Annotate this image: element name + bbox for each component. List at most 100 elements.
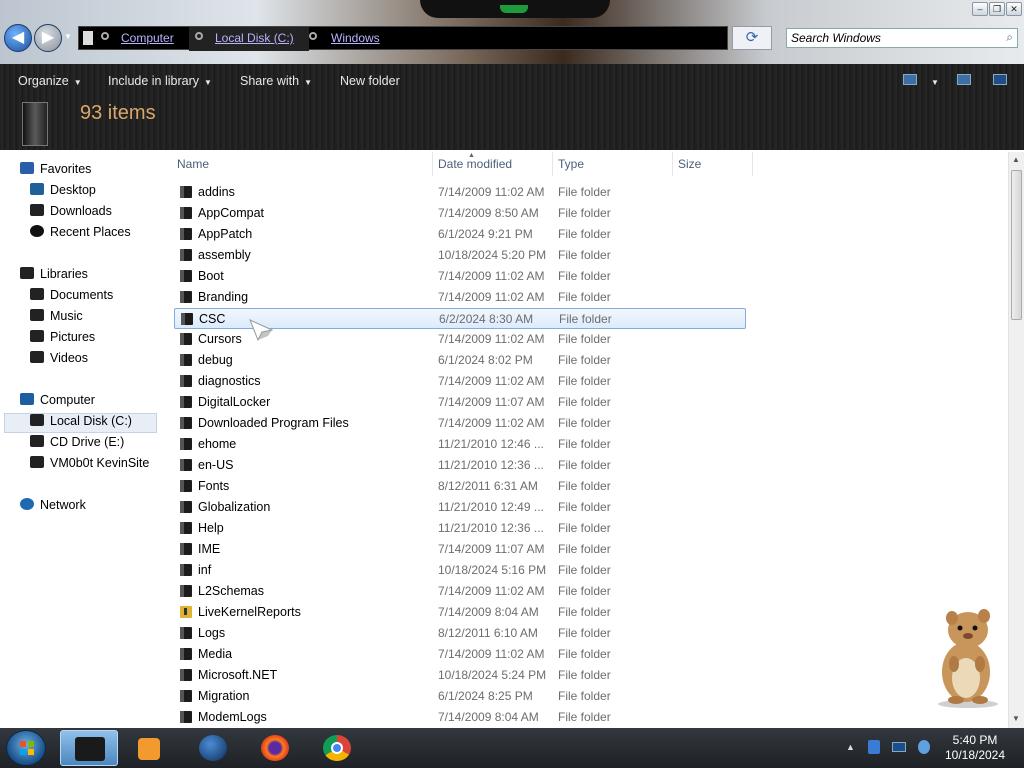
action-center-icon[interactable] <box>868 740 880 754</box>
folder-icon <box>180 711 192 723</box>
scroll-down-icon[interactable]: ▼ <box>1012 714 1020 723</box>
file-row[interactable]: Boot 7/14/2009 11:02 AM File folder <box>174 266 746 287</box>
new-folder-button[interactable]: New folder <box>340 74 400 88</box>
file-row[interactable]: L2Schemas 7/14/2009 11:02 AM File folder <box>174 581 746 602</box>
breadcrumb-computer[interactable]: Computer <box>121 31 174 45</box>
taskbar-network-button[interactable] <box>184 730 242 766</box>
file-row[interactable]: LiveKernelReports 7/14/2009 8:04 AM File f… <box>174 602 746 623</box>
file-row[interactable]: Downloaded Program Files 7/14/2009 11:02 … <box>174 413 746 434</box>
file-row[interactable]: inf 10/18/2024 5:16 PM File folder <box>174 560 746 581</box>
nav-computer[interactable]: Computer <box>20 393 95 413</box>
taskbar-media-player-button[interactable] <box>122 730 180 766</box>
file-row[interactable]: AppCompat 7/14/2009 8:50 AM File folder <box>174 203 746 224</box>
nav-downloads[interactable]: Downloads <box>30 204 112 224</box>
file-name: Help <box>198 521 224 535</box>
file-row[interactable]: DigitalLocker 7/14/2009 11:07 AM File fold… <box>174 392 746 413</box>
column-type[interactable]: Type <box>558 157 584 171</box>
file-date-modified: 10/18/2024 5:24 PM <box>438 668 547 682</box>
file-row[interactable]: ModemLogs 7/14/2009 8:04 AM File folder <box>174 707 746 728</box>
recent-pages-chevron-icon[interactable]: ▼ <box>64 32 72 41</box>
file-row[interactable]: Globalization 11/21/2010 12:49 ... File fo… <box>174 497 746 518</box>
include-in-library-button[interactable]: Include in library ▼ <box>108 74 212 88</box>
file-row[interactable]: IME 7/14/2009 11:07 AM File folder <box>174 539 746 560</box>
file-row[interactable]: assembly 10/18/2024 5:20 PM File folder <box>174 245 746 266</box>
search-icon[interactable]: ⌕ <box>1006 30 1013 45</box>
refresh-button[interactable]: ⟳ <box>732 26 772 50</box>
file-row[interactable]: Media 7/14/2009 11:02 AM File folder <box>174 644 746 665</box>
file-row[interactable]: en-US 11/21/2010 12:36 ... File folder <box>174 455 746 476</box>
start-orb-button[interactable] <box>6 730 46 766</box>
chevron-down-icon: ▼ <box>304 78 312 87</box>
file-row[interactable]: addins 7/14/2009 11:02 AM File folder <box>174 182 746 203</box>
nav-videos[interactable]: Videos <box>30 351 88 371</box>
file-name: Fonts <box>198 479 230 493</box>
file-row[interactable]: debug 6/1/2024 8:02 PM File folder <box>174 350 746 371</box>
nav-favorites[interactable]: Favorites <box>20 162 91 182</box>
change-view-icon[interactable] <box>903 74 917 85</box>
documents-icon <box>30 288 44 300</box>
chevron-down-icon: ▼ <box>73 78 82 87</box>
nav-libraries[interactable]: Libraries <box>20 267 88 287</box>
column-divider[interactable] <box>752 152 753 176</box>
address-bar[interactable]: Computer Local Disk (C:) Windows <box>78 26 728 51</box>
file-row[interactable]: Logs 8/12/2011 6:10 AM File folder <box>174 623 746 644</box>
file-row[interactable]: Branding 7/14/2009 11:02 AM File folder <box>174 287 746 308</box>
globe-icon <box>199 735 227 761</box>
column-size[interactable]: Size <box>678 157 701 171</box>
nav-music[interactable]: Music <box>30 309 83 329</box>
search-input[interactable]: Search Windows ⌕ <box>786 28 1018 48</box>
preview-pane-icon[interactable] <box>957 74 971 85</box>
file-row[interactable]: Microsoft.NET 10/18/2024 5:24 PM File fold… <box>174 665 746 686</box>
taskbar-firefox-button[interactable] <box>246 730 304 766</box>
column-date-modified[interactable]: Date modified <box>438 157 512 171</box>
folder-icon <box>180 228 192 240</box>
vertical-scrollbar[interactable]: ▲ ▼ <box>1008 152 1024 728</box>
taskbar-clock[interactable]: 5:40 PM 10/18/2024 <box>940 733 1010 763</box>
music-icon <box>30 309 44 321</box>
folder-icon <box>180 396 192 408</box>
taskbar-explorer-button[interactable] <box>60 730 118 766</box>
organize-button[interactable]: Organize ▼ <box>18 74 82 88</box>
help-icon[interactable] <box>993 74 1007 85</box>
volume-icon[interactable] <box>918 740 930 754</box>
network-tray-icon[interactable] <box>892 742 906 752</box>
file-name: AppPatch <box>198 227 253 241</box>
file-row[interactable]: diagnostics 7/14/2009 11:02 AM File folder <box>174 371 746 392</box>
show-hidden-icons-icon[interactable]: ▲ <box>846 742 855 752</box>
column-divider[interactable] <box>552 152 553 176</box>
file-type: File folder <box>558 395 611 409</box>
nav-recent-places[interactable]: Recent Places <box>30 225 131 245</box>
nav-documents[interactable]: Documents <box>30 288 113 308</box>
breadcrumb-local-disk[interactable]: Local Disk (C:) <box>215 31 294 45</box>
share-with-button[interactable]: Share with ▼ <box>240 74 312 88</box>
nav-network-drive[interactable]: VM0b0t KevinSite <box>30 456 149 476</box>
column-name[interactable]: Name <box>177 157 209 171</box>
nav-pictures[interactable]: Pictures <box>30 330 95 350</box>
close-button[interactable]: ✕ <box>1006 2 1022 16</box>
file-row[interactable]: Migration 6/1/2024 8:25 PM File folder <box>174 686 746 707</box>
nav-network[interactable]: Network <box>20 498 86 518</box>
column-divider[interactable] <box>672 152 673 176</box>
file-date-modified: 7/14/2009 11:02 AM <box>438 416 545 430</box>
column-divider[interactable] <box>432 152 433 176</box>
file-row[interactable]: AppPatch 6/1/2024 9:21 PM File folder <box>174 224 746 245</box>
file-row[interactable]: Fonts 8/12/2011 6:31 AM File folder <box>174 476 746 497</box>
back-arrow-icon[interactable]: ◀ <box>4 24 32 52</box>
nav-cd-drive[interactable]: CD Drive (E:) <box>30 435 124 455</box>
nav-recent-places-label: Recent Places <box>50 225 131 239</box>
folder-icon <box>180 543 192 555</box>
view-options-button[interactable]: ▼ <box>926 74 939 88</box>
nav-local-disk[interactable]: Local Disk (C:) <box>4 413 157 433</box>
scroll-up-icon[interactable]: ▲ <box>1012 155 1020 164</box>
scrollbar-thumb[interactable] <box>1011 170 1022 320</box>
breadcrumb-windows[interactable]: Windows <box>331 31 380 45</box>
file-row[interactable]: Help 11/21/2010 12:36 ... File folder <box>174 518 746 539</box>
taskbar-chrome-button[interactable] <box>308 730 366 766</box>
maximize-button[interactable]: ❐ <box>989 2 1005 16</box>
forward-arrow-icon[interactable]: ▶ <box>34 24 62 52</box>
nav-local-disk-label: Local Disk (C:) <box>50 414 132 428</box>
minimize-button[interactable]: ‒ <box>972 2 988 16</box>
nav-desktop[interactable]: Desktop <box>30 183 96 203</box>
file-row[interactable]: ehome 11/21/2010 12:46 ... File folder <box>174 434 746 455</box>
window-titlebar: ‒ ❐ ✕ ◀ ▶ ▼ Computer Local Disk (C:) Win… <box>0 0 1024 64</box>
